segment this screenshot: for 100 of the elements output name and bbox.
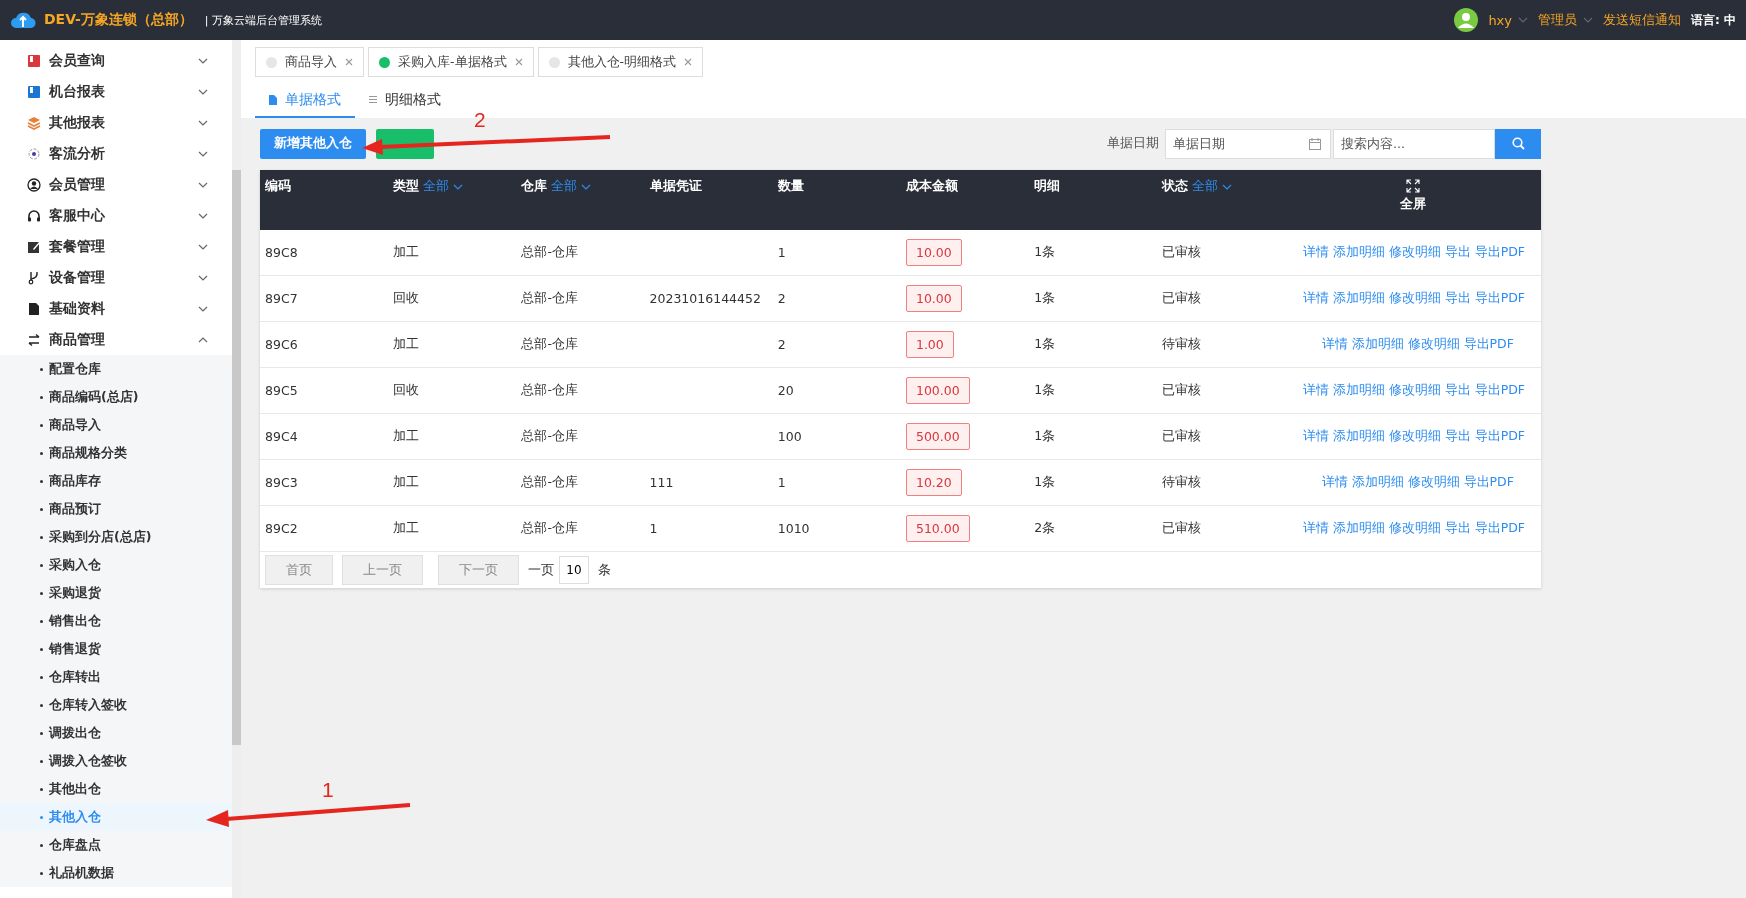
submenu-item[interactable]: 配置仓库 (0, 355, 232, 383)
action-link[interactable]: 导出 (1444, 244, 1471, 259)
close-icon[interactable] (345, 58, 353, 66)
submenu-item[interactable]: 调拨出仓 (0, 719, 232, 747)
action-link[interactable]: 导出PDF (1474, 290, 1525, 305)
table-cell: 总部-仓库 (521, 474, 578, 489)
action-link[interactable]: 修改明细 (1388, 382, 1441, 397)
filter-dropdown[interactable]: 全部 (423, 178, 464, 195)
view-tab[interactable]: 单据格式 (255, 83, 355, 118)
action-link[interactable]: 详情 (1302, 290, 1329, 305)
action-link[interactable]: 添加明细 (1332, 290, 1385, 305)
table-cell: 总部-仓库 (521, 244, 578, 259)
filter-dropdown[interactable]: 全部 (1192, 178, 1233, 195)
per-page-label: 一页 (528, 561, 554, 579)
page-tab[interactable]: 商品导入 (255, 47, 364, 77)
search-button[interactable] (1495, 128, 1541, 159)
page-tab[interactable]: 其他入仓-明细格式 (537, 47, 704, 77)
action-link[interactable]: 详情 (1321, 336, 1348, 351)
action-link[interactable]: 详情 (1302, 428, 1329, 443)
book-icon (27, 84, 41, 99)
action-link[interactable]: 导出PDF (1474, 428, 1525, 443)
submenu-item[interactable]: 采购退货 (0, 579, 232, 607)
action-link[interactable]: 添加明细 (1332, 382, 1385, 397)
filter-dropdown[interactable]: 全部 (551, 178, 592, 195)
submenu-item[interactable]: 商品编码(总店) (0, 383, 232, 411)
table-cell: 总部-仓库 (521, 382, 578, 397)
expand-icon (1406, 179, 1421, 193)
add-button[interactable]: 新增其他入仓 (260, 128, 366, 159)
view-tab[interactable]: 明细格式 (355, 83, 455, 118)
submenu-item[interactable]: 商品规格分类 (0, 439, 232, 467)
close-icon[interactable] (514, 58, 523, 66)
submenu-item[interactable]: 礼品机数据 (0, 859, 232, 887)
submenu-item[interactable]: 仓库盘点 (0, 831, 232, 859)
table-cell: 89C3 (265, 475, 298, 490)
action-link[interactable]: 导出 (1444, 428, 1471, 443)
action-link[interactable]: 导出PDF (1474, 244, 1525, 259)
action-link[interactable]: 导出 (1444, 290, 1471, 305)
submenu-item[interactable]: 其他出仓 (0, 775, 232, 803)
submenu-item[interactable]: 商品预订 (0, 495, 232, 523)
page-tab[interactable]: 采购入库-单据格式 (368, 47, 534, 77)
role-menu[interactable]: 管理员 (1538, 11, 1593, 29)
submenu-item[interactable]: 商品导入 (0, 411, 232, 439)
headset-icon (27, 208, 41, 223)
chevron-icon (453, 183, 464, 190)
action-link[interactable]: 添加明细 (1351, 336, 1404, 351)
action-link[interactable]: 详情 (1302, 520, 1329, 535)
action-link[interactable]: 添加明细 (1351, 474, 1404, 489)
table-cell: 100 (777, 429, 802, 444)
action-link[interactable]: 添加明细 (1332, 428, 1385, 443)
submenu-item[interactable]: 采购入仓 (0, 551, 232, 579)
action-link[interactable]: 修改明细 (1388, 290, 1441, 305)
notify-link[interactable]: 发送短信通知 (1603, 11, 1681, 29)
amount-tag: 500.00 (905, 423, 970, 450)
date-field[interactable]: 单据日期 (1165, 128, 1331, 159)
amount-tag: 510.00 (905, 515, 970, 542)
column-header: 编码 (265, 178, 291, 193)
search-field[interactable]: 搜索内容... (1333, 128, 1495, 159)
submenu-item[interactable]: 仓库转出 (0, 663, 232, 691)
scrollbar[interactable] (232, 170, 241, 745)
table-cell: 1 (777, 245, 786, 260)
chevron-icon (198, 243, 208, 250)
avatar-icon[interactable] (1454, 8, 1479, 32)
action-link[interactable]: 导出PDF (1474, 520, 1525, 535)
user-menu[interactable]: hxy (1488, 12, 1528, 28)
per-page-field[interactable]: 10 (559, 556, 589, 584)
chevron-icon (198, 150, 208, 157)
action-link[interactable]: 详情 (1302, 244, 1329, 259)
chevron-icon (1518, 17, 1528, 23)
file-icon (27, 301, 41, 316)
language-label[interactable]: 语言: 中 (1691, 11, 1736, 29)
action-link[interactable]: 导出 (1444, 382, 1471, 397)
action-link[interactable]: 修改明细 (1407, 474, 1460, 489)
table-cell: 总部-仓库 (521, 290, 578, 305)
action-link[interactable]: 修改明细 (1388, 428, 1441, 443)
fullscreen-button[interactable]: 全屏 (1394, 178, 1433, 214)
action-link[interactable]: 修改明细 (1388, 520, 1441, 535)
amount-tag: 1.00 (905, 331, 954, 358)
close-icon[interactable] (684, 58, 693, 66)
table-cell: 加工 (393, 474, 420, 489)
submenu-item[interactable]: 仓库转入签收 (0, 691, 232, 719)
action-link[interactable]: 修改明细 (1407, 336, 1460, 351)
chevron-icon (198, 57, 208, 64)
submenu-item[interactable]: 调拨入仓签收 (0, 747, 232, 775)
amount-tag: 10.00 (905, 239, 962, 266)
submenu-item[interactable]: 采购到分店(总店) (0, 523, 232, 551)
action-link[interactable]: 导出PDF (1474, 382, 1525, 397)
action-link[interactable]: 导出PDF (1463, 474, 1514, 489)
action-link[interactable]: 导出PDF (1463, 336, 1514, 351)
submenu-item[interactable]: 销售出仓 (0, 607, 232, 635)
action-link[interactable]: 详情 (1321, 474, 1348, 489)
action-link[interactable]: 修改明细 (1388, 244, 1441, 259)
submenu-item[interactable]: 其他入仓 (0, 803, 232, 831)
action-link[interactable]: 导出 (1444, 520, 1471, 535)
submenu-item[interactable]: 销售退货 (0, 635, 232, 663)
action-link[interactable]: 添加明细 (1332, 520, 1385, 535)
chevron-icon (198, 274, 208, 281)
action-link[interactable]: 添加明细 (1332, 244, 1385, 259)
action-link[interactable]: 详情 (1302, 382, 1329, 397)
table-cell: 20231016144452 (649, 291, 761, 306)
submenu-item[interactable]: 商品库存 (0, 467, 232, 495)
